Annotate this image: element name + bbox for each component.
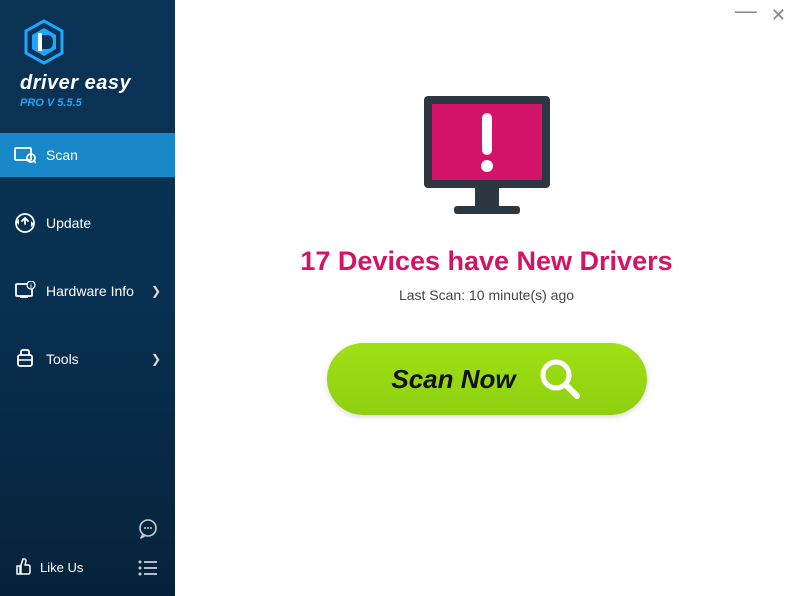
nav-item-scan[interactable]: Scan <box>0 133 175 177</box>
nav-label: Update <box>46 215 91 231</box>
nav-label: Scan <box>46 147 78 163</box>
scan-icon <box>14 144 36 166</box>
nav-item-tools[interactable]: Tools ❯ <box>0 337 175 381</box>
menu-list-icon[interactable] <box>137 559 159 582</box>
scan-now-label: Scan Now <box>391 364 515 395</box>
like-us-label: Like Us <box>40 560 83 575</box>
nav-item-update[interactable]: Update <box>0 201 175 245</box>
tools-icon <box>14 348 36 370</box>
update-icon <box>14 212 36 234</box>
version-label: PRO V 5.5.5 <box>20 97 175 109</box>
magnifier-icon <box>538 357 582 401</box>
monitor-warning-icon <box>412 88 562 228</box>
like-us-button[interactable]: Like Us <box>14 558 83 576</box>
scan-now-button[interactable]: Scan Now <box>327 343 647 415</box>
nav-label: Hardware Info <box>46 283 134 299</box>
nav: Scan Update i Hardware Info ❯ Tools ❯ <box>0 133 175 381</box>
logo-block: driver easy PRO V 5.5.5 <box>0 0 175 119</box>
hardware-icon: i <box>14 280 36 302</box>
thumbs-up-icon <box>14 558 32 576</box>
last-scan-label: Last Scan: 10 minute(s) ago <box>399 287 574 303</box>
minimize-button[interactable]: — <box>735 4 757 18</box>
brand-name: driver easy <box>20 72 175 95</box>
status-headline: 17 Devices have New Drivers <box>300 246 672 277</box>
sidebar: driver easy PRO V 5.5.5 Scan Update i Ha… <box>0 0 175 596</box>
main-area: 17 Devices have New Drivers Last Scan: 1… <box>175 0 798 596</box>
chevron-right-icon: ❯ <box>151 284 161 298</box>
nav-item-hardware[interactable]: i Hardware Info ❯ <box>0 269 175 313</box>
feedback-icon[interactable] <box>137 518 159 545</box>
chevron-right-icon: ❯ <box>151 352 161 366</box>
close-button[interactable]: ✕ <box>771 8 786 22</box>
nav-label: Tools <box>46 351 79 367</box>
brand-logo-icon <box>20 18 68 66</box>
